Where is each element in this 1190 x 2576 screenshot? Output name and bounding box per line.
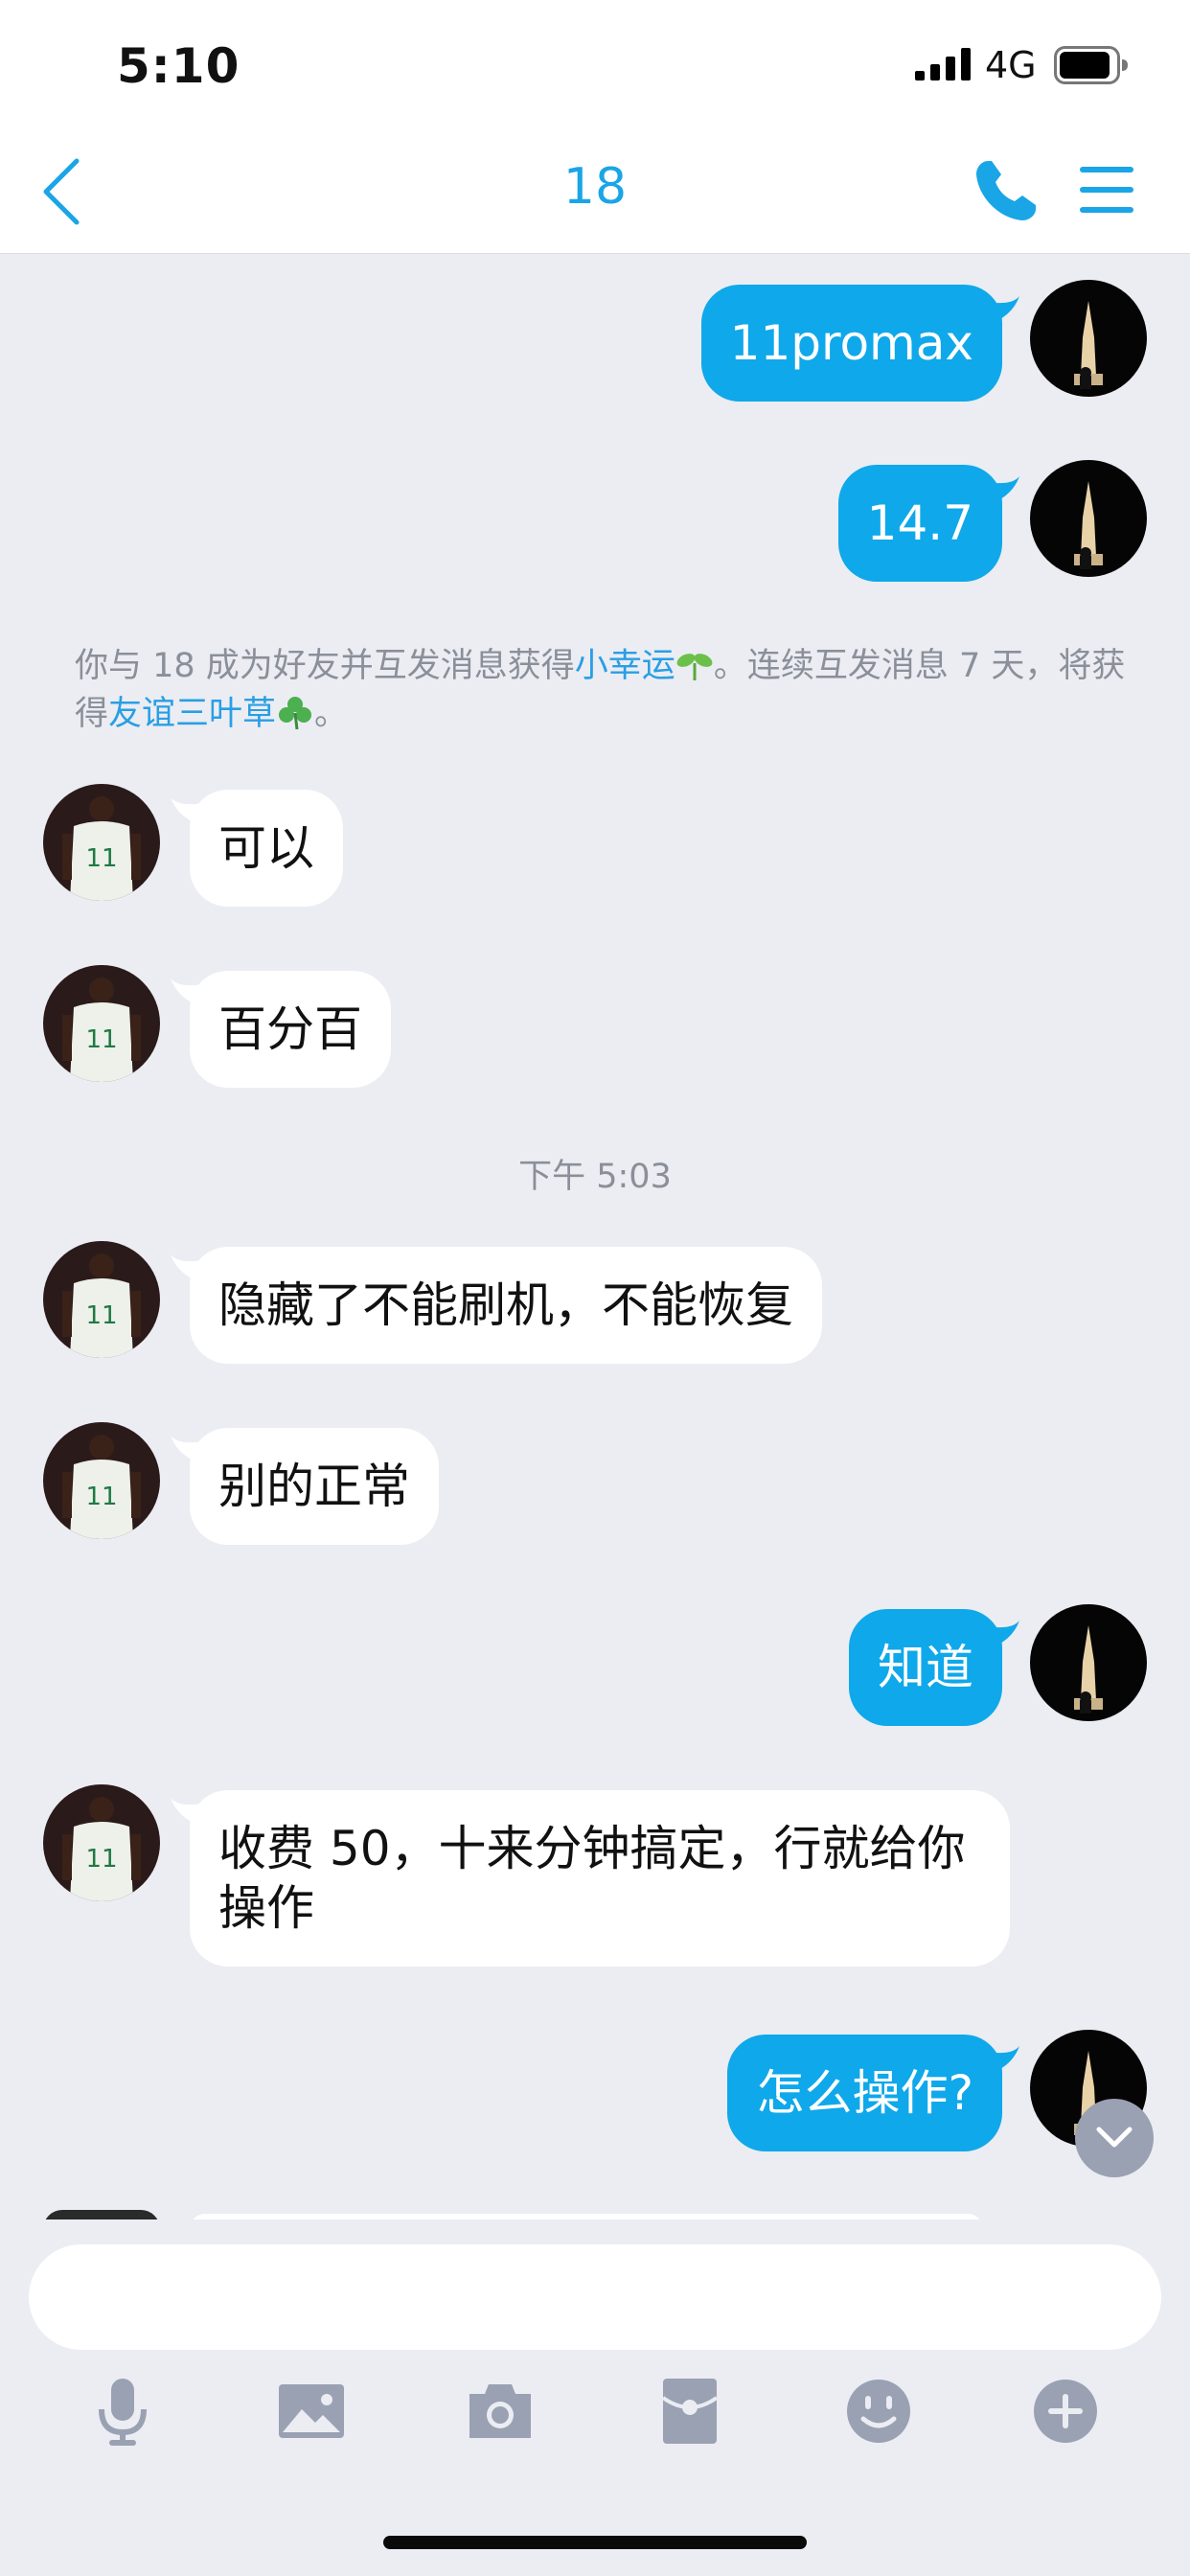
plus-icon[interactable] <box>1027 2373 1104 2450</box>
battery-icon <box>1054 46 1128 84</box>
avatar-contact[interactable]: 11 <box>43 1422 160 1539</box>
clover-link[interactable]: 友谊三叶草 <box>108 695 276 733</box>
message-incoming[interactable]: 可以 <box>190 790 343 907</box>
avatar-self[interactable] <box>1030 1604 1147 1721</box>
message-outgoing[interactable]: 14.7 <box>837 465 1002 582</box>
clover-icon <box>279 697 312 730</box>
little-luck-link[interactable]: 小幸运 <box>575 647 675 685</box>
home-indicator[interactable] <box>383 2536 807 2549</box>
avatar-contact[interactable]: 11 <box>43 1241 160 1358</box>
time-divider: 下午 5:03 <box>518 1158 672 1196</box>
friendship-system-note: 你与 18 成为好友并互发消息获得小幸运 。连续互发消息 7 天，将获得友谊三叶草… <box>75 642 1129 738</box>
message-outgoing[interactable]: 怎么操作? <box>727 2035 1002 2151</box>
status-bar: 5:10 4G <box>0 0 1190 134</box>
message-incoming[interactable]: 百分百 <box>190 971 391 1088</box>
avatar-contact[interactable]: 11 <box>43 965 160 1082</box>
note-text: 你与 18 成为好友并互发消息获得 <box>75 647 575 685</box>
message-incoming[interactable]: 别的正常 <box>190 1428 439 1545</box>
avatar-contact[interactable]: 11 <box>43 1784 160 1901</box>
phone-icon[interactable] <box>973 157 1040 224</box>
note-text: 。 <box>314 695 349 733</box>
image-icon[interactable] <box>273 2373 350 2450</box>
scroll-to-bottom-button[interactable] <box>1075 2099 1154 2177</box>
signal-icon <box>915 48 971 80</box>
avatar-self[interactable] <box>1030 460 1147 577</box>
composer <box>0 2220 1190 2576</box>
svg-text:11: 11 <box>85 1301 117 1330</box>
chat-area[interactable]: 11promax 14.7 你与 18 成为好友并互发消息获得小幸运 。连续互发消… <box>0 255 1190 2220</box>
message-input[interactable] <box>29 2244 1161 2350</box>
message-incoming[interactable]: 隐藏了不能刷机，不能恢复 <box>190 1247 822 1364</box>
message-outgoing[interactable]: 11promax <box>700 285 1002 402</box>
avatar-contact[interactable]: 11 <box>43 784 160 901</box>
microphone-icon[interactable] <box>84 2373 161 2450</box>
svg-text:11: 11 <box>85 1845 117 1874</box>
message-incoming[interactable]: 收费 50，十来分钟搞定，行就给你操作 <box>190 1790 1010 1966</box>
svg-text:11: 11 <box>85 844 117 873</box>
bubble-tail <box>987 476 1019 505</box>
avatar-self[interactable] <box>1030 280 1147 397</box>
menu-icon[interactable] <box>1078 163 1135 217</box>
bubble-tail <box>987 1621 1019 1649</box>
status-time: 5:10 <box>117 38 240 94</box>
message-outgoing[interactable]: 知道 <box>849 1609 1002 1726</box>
nav-bar: 18 <box>0 134 1190 254</box>
svg-text:11: 11 <box>85 1025 117 1054</box>
sprout-icon <box>676 654 713 680</box>
red-packet-icon[interactable] <box>652 2373 728 2450</box>
network-type: 4G <box>985 44 1037 86</box>
svg-text:11: 11 <box>85 1483 117 1511</box>
bubble-tail <box>987 2046 1019 2075</box>
emoji-icon[interactable] <box>840 2373 917 2450</box>
camera-icon[interactable] <box>462 2373 538 2450</box>
chevron-down-icon <box>1096 2127 1133 2148</box>
bubble-tail <box>987 296 1019 325</box>
